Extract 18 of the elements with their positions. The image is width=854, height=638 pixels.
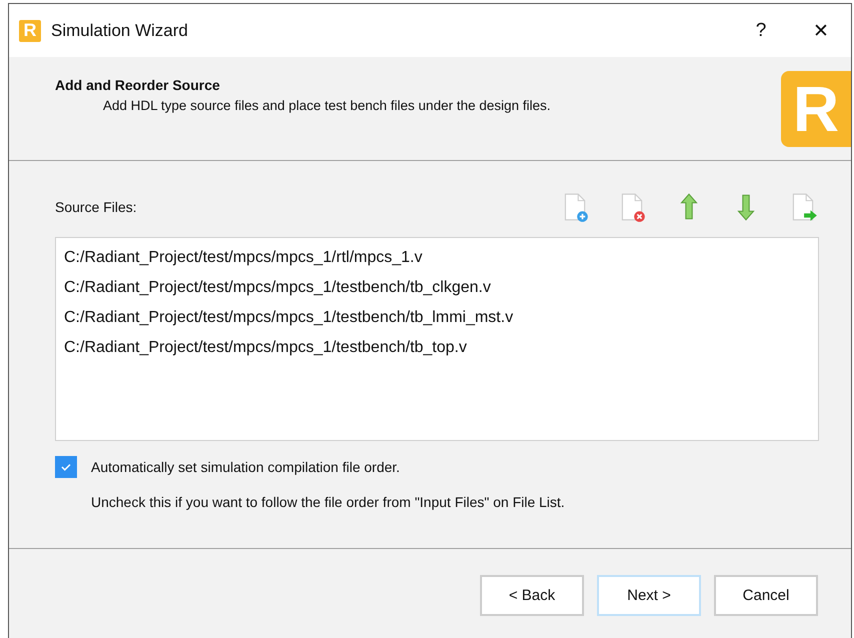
file-path-item[interactable]: C:/Radiant_Project/test/mpcs/mpcs_1/rtl/mpcs_1.v [64, 243, 810, 273]
hint-text: Uncheck this if you want to follow the file order from "Input Files" on File List. [91, 494, 566, 510]
page-title: Add and Reorder Source [55, 77, 221, 93]
dialog-button[interactable]: Next > [597, 575, 701, 616]
app-logo: R [19, 20, 41, 42]
file-path-item[interactable]: C:/Radiant_Project/test/mpcs/mpcs_1/testbench/tb_clkgen.v [64, 273, 810, 303]
source-files-label: Source Files: [55, 199, 137, 215]
dialog-button[interactable]: < Back [480, 575, 584, 616]
file-path-item[interactable]: C:/Radiant_Project/test/mpcs/mpcs_1/testbench/tb_lmmi_mst.v [64, 303, 810, 333]
window-title: Simulation Wizard [51, 20, 188, 40]
help-button[interactable]: ? [731, 10, 791, 50]
checkbox-label: Automatically set simulation compilation file order. [91, 459, 400, 475]
dialog-button[interactable]: Cancel [714, 575, 818, 616]
checkbox[interactable] [55, 456, 77, 478]
page-subtitle: Add HDL type source files and place test bench files under the design files. [103, 98, 552, 113]
file-path-item[interactable]: C:/Radiant_Project/test/mpcs/mpcs_1/testbench/tb_top.v [64, 333, 810, 363]
close-button[interactable]: ✕ [791, 10, 851, 50]
brand-logo: R [781, 71, 851, 147]
